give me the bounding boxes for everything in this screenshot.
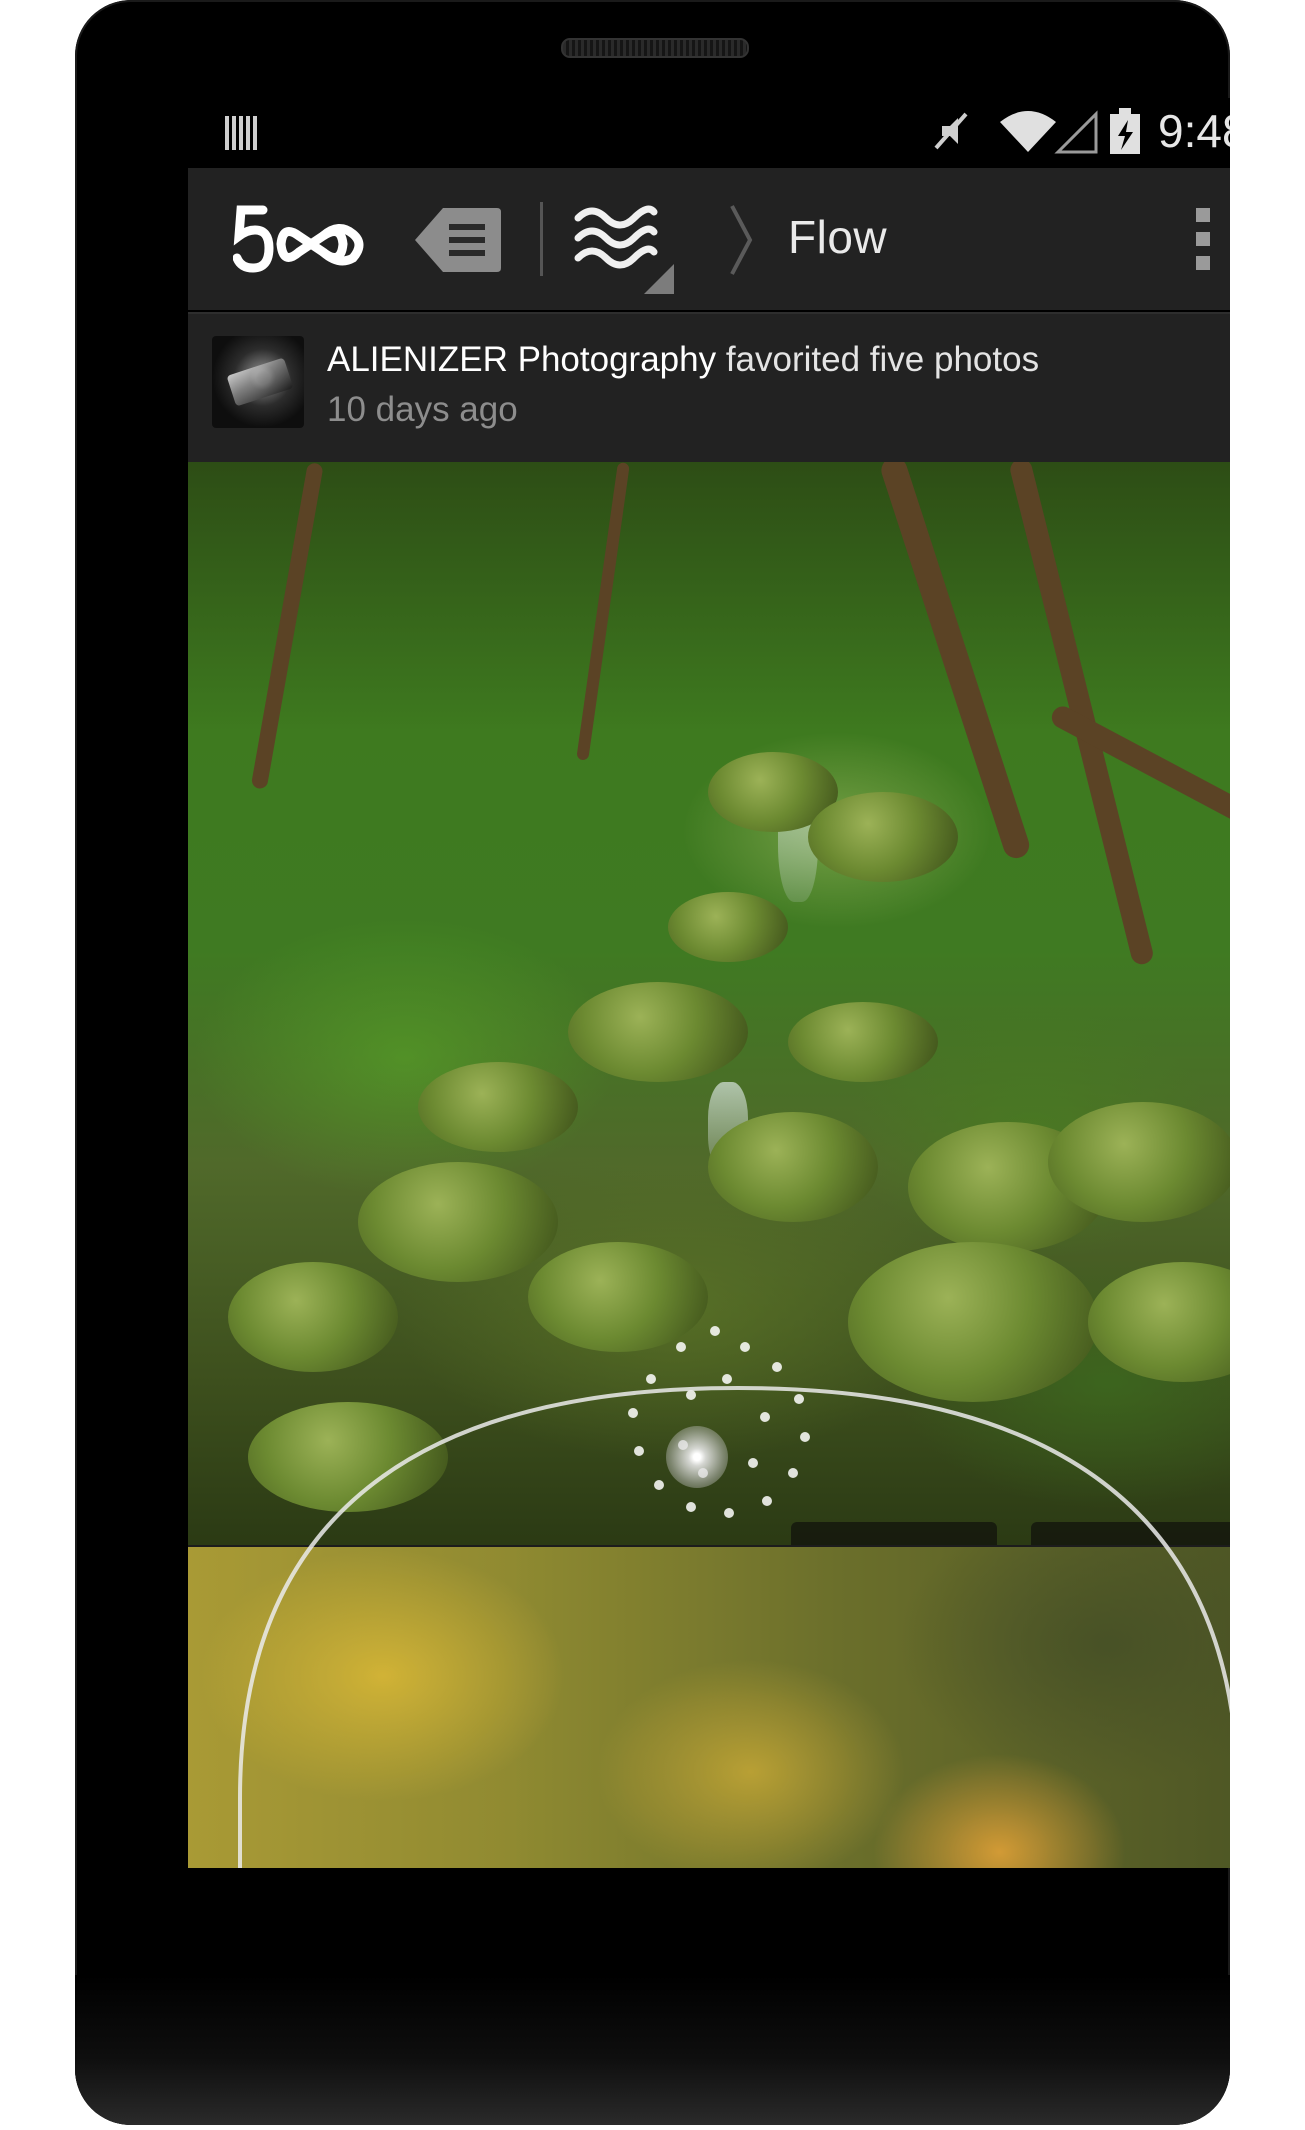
feed-photo-next[interactable] xyxy=(188,1547,1230,1868)
favorites-badge[interactable]: 196 xyxy=(1031,1522,1230,1545)
rock xyxy=(788,1002,938,1082)
page-title: Flow xyxy=(788,211,888,263)
tree-trunk xyxy=(576,462,630,761)
drawer-icon[interactable] xyxy=(413,204,503,276)
mute-icon xyxy=(934,112,968,150)
rock xyxy=(848,1242,1098,1402)
feed-item-header[interactable]: ALIENIZER Photography favorited five pho… xyxy=(188,312,1230,462)
flow-icon[interactable] xyxy=(572,198,682,298)
signal-icon xyxy=(1054,110,1098,154)
status-bar: 9:48 xyxy=(188,98,1230,168)
feed-timestamp: 10 days ago xyxy=(327,390,518,429)
likes-badge[interactable]: 354 xyxy=(791,1522,997,1545)
avatar[interactable] xyxy=(212,336,304,428)
status-time: 9:48 xyxy=(1158,105,1230,157)
tree-trunk xyxy=(250,462,324,790)
phone-screen: 9:48 Fl xyxy=(188,98,1230,1868)
phone-bottom-bezel xyxy=(75,1975,1230,2125)
rock xyxy=(808,792,958,882)
feed-action: favorited five photos xyxy=(725,340,1040,379)
action-bar: Flow xyxy=(188,168,1230,310)
rock xyxy=(528,1242,708,1352)
speaker-grille xyxy=(561,38,749,58)
phone-frame: 9:48 Fl xyxy=(75,0,1230,2125)
overflow-menu-icon[interactable] xyxy=(1188,204,1218,274)
rock xyxy=(248,1402,448,1512)
500px-logo-icon[interactable] xyxy=(233,202,371,274)
rock xyxy=(1048,1102,1230,1222)
rock xyxy=(668,892,788,962)
rock xyxy=(1088,1262,1230,1382)
rock xyxy=(358,1162,558,1282)
rock xyxy=(708,1112,878,1222)
feed-user-name[interactable]: ALIENIZER Photography xyxy=(327,340,716,379)
wifi-icon xyxy=(1000,111,1056,152)
rock xyxy=(418,1062,578,1152)
chevron-right-icon xyxy=(730,205,753,275)
notification-icon xyxy=(225,116,257,150)
rock xyxy=(228,1262,398,1372)
battery-charging-icon xyxy=(1110,108,1140,154)
feed-photo[interactable]: 354 196 xyxy=(188,462,1230,1545)
tree-trunk xyxy=(1048,702,1230,845)
action-bar-divider xyxy=(540,202,543,276)
rock xyxy=(568,982,748,1082)
feed-activity-text: ALIENIZER Photography favorited five pho… xyxy=(327,340,1039,380)
